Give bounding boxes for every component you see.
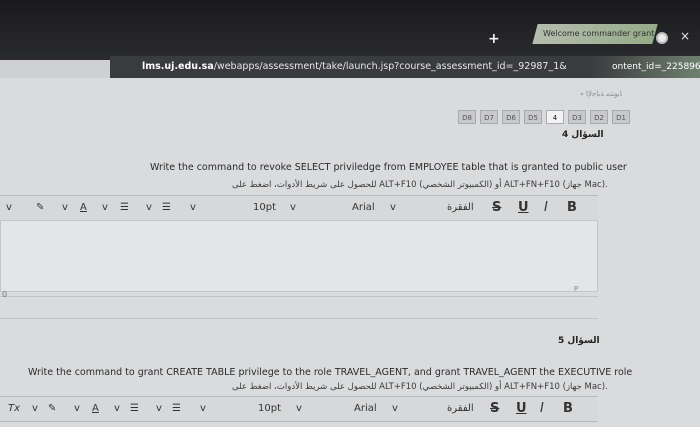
font-size-select[interactable]: 10pt: [258, 401, 281, 417]
chevron-down-icon[interactable]: v: [74, 401, 80, 417]
font-family-select[interactable]: Arial: [354, 401, 377, 417]
page-button-current[interactable]: 4: [546, 110, 564, 124]
text-color-button[interactable]: A: [92, 401, 99, 417]
strikethrough-button[interactable]: S: [492, 200, 501, 216]
question-4-heading: 4 ﺍﻟﺴﺆﺍﻝ: [562, 130, 604, 140]
bold-button[interactable]: B: [567, 200, 577, 216]
chevron-down-icon[interactable]: v: [392, 401, 398, 417]
chevron-down-icon[interactable]: v: [156, 401, 162, 417]
italic-button[interactable]: I: [544, 200, 548, 216]
font-size-select[interactable]: 10pt: [253, 200, 276, 216]
paragraph-format-select[interactable]: ﺍﻟﻔﻘﺮﺓ: [447, 200, 474, 216]
bullet-list-icon[interactable]: ☰: [130, 401, 139, 417]
page-button[interactable]: D2: [590, 110, 608, 124]
new-tab-button[interactable]: +: [488, 31, 500, 47]
page-button[interactable]: D7: [480, 110, 498, 124]
page-button[interactable]: D8: [458, 110, 476, 124]
paragraph-format-select[interactable]: ﺍﻟﻔﻘﺮﺓ: [447, 401, 474, 417]
answer-saved-status: ﺎﺑﻮﺘﻨﻣ ﺔﺑﺎﺟﻹﺍ ٭: [579, 90, 622, 98]
question-4-answer-editor[interactable]: [0, 220, 598, 292]
question-5-editor-toolbar: Tx v ✎ v A v ☰ v ☰ v 10pt v Arial v ﺍﻟﻔﻘ…: [0, 396, 598, 422]
chevron-down-icon[interactable]: v: [62, 200, 68, 216]
url-domain: lms.uj.edu.sa: [142, 61, 214, 72]
tab-title: Welcome commander grant Ch: [543, 29, 658, 38]
text-color-button[interactable]: A: [80, 200, 87, 216]
divider: [0, 296, 598, 297]
chevron-down-icon[interactable]: v: [6, 200, 12, 216]
chevron-down-icon[interactable]: v: [296, 401, 302, 417]
strikethrough-button[interactable]: S: [490, 401, 499, 417]
assessment-page: ﺎﺑﻮﺘﻨﻣ ﺔﺑﺎﺟﻹﺍ ٭ D8 D7 D6 D5 4 D3 D2 D1 4…: [0, 78, 700, 427]
page-button[interactable]: D1: [612, 110, 630, 124]
chevron-down-icon[interactable]: v: [290, 200, 296, 216]
bold-button[interactable]: B: [563, 401, 573, 417]
bullet-list-icon[interactable]: ☰: [120, 200, 129, 216]
highlight-icon[interactable]: ✎: [48, 401, 56, 417]
chevron-down-icon[interactable]: v: [146, 200, 152, 216]
chevron-down-icon[interactable]: v: [114, 401, 120, 417]
font-family-select[interactable]: Arial: [352, 200, 375, 216]
page-button[interactable]: D3: [568, 110, 586, 124]
divider: [0, 318, 598, 319]
chevron-down-icon[interactable]: v: [390, 200, 396, 216]
chevron-down-icon[interactable]: v: [32, 401, 38, 417]
chrome-icon[interactable]: [656, 32, 668, 44]
question-4-hint: ﻟﻠﺤﺼﻮﻝ ﻋﻠﻰ ﺷﺮﻳﻂ ﺍﻷﺩﻭﺍﺕ، ﺍﺿﻐﻂ ﻋﻠﻰ ALT+F10…: [232, 180, 608, 190]
url-path: /webapps/assessment/take/launch.jsp?cour…: [213, 61, 567, 72]
url-tail-text: ontent_id=_2258961_1: [612, 62, 700, 72]
chevron-down-icon[interactable]: v: [200, 401, 206, 417]
question-4-text: Write the command to revoke SELECT privi…: [150, 162, 627, 173]
clear-format-button[interactable]: Tx: [8, 401, 20, 417]
question-5-hint: ﻟﻠﺤﺼﻮﻝ ﻋﻠﻰ ﺷﺮﻳﻂ ﺍﻷﺩﻭﺍﺕ، ﺍﺿﻐﻂ ﻋﻠﻰ ALT+F10…: [232, 382, 608, 392]
numbered-list-icon[interactable]: ☰: [172, 401, 181, 417]
editor-path-label: P: [574, 285, 579, 293]
url-tail: ontent_id=_2258961_1: [590, 56, 700, 78]
chevron-down-icon[interactable]: v: [102, 200, 108, 216]
numbered-list-icon[interactable]: ☰: [162, 200, 171, 216]
chevron-down-icon[interactable]: v: [190, 200, 196, 216]
question-5-text: Write the command to grant CREATE TABLE …: [28, 367, 633, 378]
underline-button[interactable]: U: [516, 401, 527, 417]
question-4-editor-toolbar: v ✎ v A v ☰ v ☰ v 10pt v Arial v ﺍﻟﻔﻘﺮﺓ …: [0, 195, 598, 221]
italic-button[interactable]: I: [540, 401, 544, 417]
browser-tab[interactable]: Welcome commander grant Ch: [532, 24, 658, 44]
highlight-icon[interactable]: ✎: [36, 200, 44, 216]
question-5-heading: 5 ﺍﻟﺴﺆﺍﻝ: [558, 336, 600, 346]
line-number: 0: [2, 290, 8, 299]
close-icon[interactable]: ×: [680, 29, 690, 43]
question-pager: D8 D7 D6 D5 4 D3 D2 D1: [458, 110, 630, 124]
underline-button[interactable]: U: [518, 200, 529, 216]
page-button[interactable]: D6: [502, 110, 520, 124]
page-button[interactable]: D5: [524, 110, 542, 124]
